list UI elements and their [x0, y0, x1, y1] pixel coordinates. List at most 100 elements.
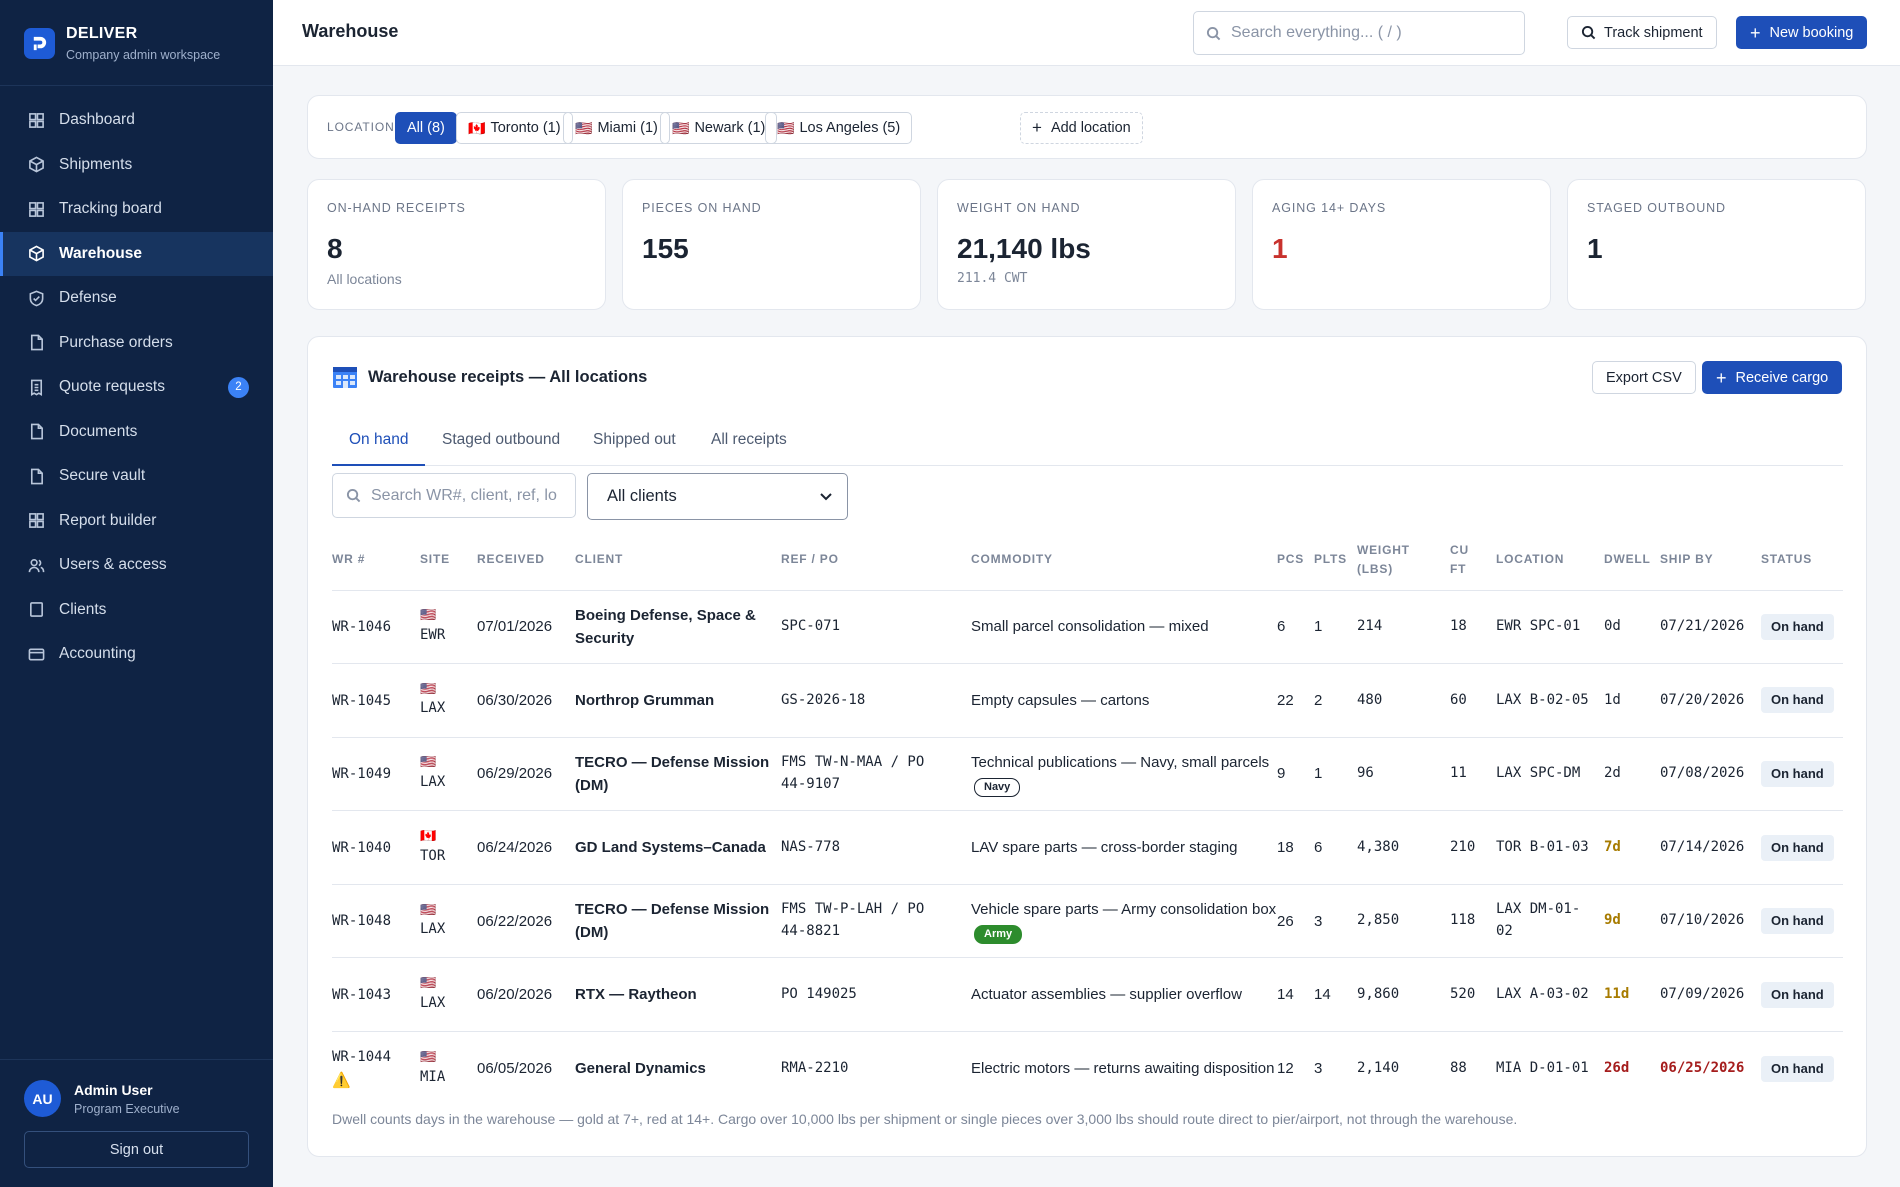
- stat-label: ON-HAND RECEIPTS: [327, 201, 466, 215]
- receipt-search-input[interactable]: Search WR#, client, ref, lo: [332, 473, 576, 518]
- storage-location: LAX SPC-DM: [1496, 737, 1604, 812]
- column-header[interactable]: DWELL: [1604, 530, 1660, 591]
- tab-all-receipts[interactable]: All receipts: [694, 422, 804, 466]
- search-icon: [1206, 26, 1221, 40]
- column-header[interactable]: PCS: [1277, 530, 1314, 591]
- stat-card-staged-outbound: STAGED OUTBOUND 1: [1567, 179, 1866, 310]
- column-header[interactable]: CLIENT: [575, 530, 781, 591]
- client-filter-select[interactable]: All clients: [587, 473, 848, 520]
- wr-number[interactable]: WR-1043: [332, 987, 391, 1003]
- location-chip-all[interactable]: All (8): [395, 112, 457, 144]
- status-badge: On hand: [1761, 1055, 1834, 1082]
- table-row[interactable]: WR-1049 🇺🇸 LAX 06/29/2026 TECRO — Defense…: [332, 737, 1843, 812]
- track-shipment-button[interactable]: Track shipment: [1567, 16, 1717, 49]
- sidebar-item-dashboard[interactable]: Dashboard: [0, 98, 273, 143]
- location-chip-label: Los Angeles (5): [799, 120, 901, 136]
- column-header[interactable]: REF / PO: [781, 530, 971, 591]
- sidebar-item-warehouse[interactable]: Warehouse: [0, 231, 273, 276]
- table-header-row: WR # SITE RECEIVED CLIENT REF / PO COMMODITY P…: [332, 530, 1843, 591]
- client-name: TECRO — Defense Mission (DM): [575, 884, 781, 959]
- sidebar-item-purchase-orders[interactable]: Purchase orders: [0, 321, 273, 366]
- sidebar-item-shipments[interactable]: Shipments: [0, 143, 273, 188]
- wr-number[interactable]: WR-1044: [332, 1049, 391, 1065]
- weight-lbs: 214: [1357, 590, 1450, 665]
- location-chip-miami[interactable]: 🇺🇸 Miami (1): [563, 112, 670, 144]
- tab-staged-outbound[interactable]: Staged outbound: [425, 422, 577, 466]
- location-chip-los-angeles[interactable]: 🇺🇸 Los Angeles (5): [765, 112, 913, 144]
- wr-number[interactable]: WR-1046: [332, 619, 391, 635]
- sidebar-item-secure-vault[interactable]: Secure vault: [0, 454, 273, 499]
- client-name: Northrop Grumman: [575, 663, 781, 738]
- weight-lbs: 2,850: [1357, 884, 1450, 959]
- weight-lbs: 9,860: [1357, 957, 1450, 1033]
- wr-number[interactable]: WR-1045: [332, 693, 391, 709]
- sidebar-item-defense[interactable]: Defense: [0, 276, 273, 321]
- pallets: 3: [1314, 1059, 1323, 1077]
- sidebar-item-label: Defense: [59, 289, 117, 307]
- sidebar-item-users-access[interactable]: Users & access: [0, 543, 273, 588]
- location-chip-newark[interactable]: 🇺🇸 Newark (1): [660, 112, 778, 144]
- flag-icon: 🇺🇸: [420, 680, 437, 696]
- tab-shipped-out[interactable]: Shipped out: [576, 422, 693, 466]
- avatar[interactable]: AU: [24, 1080, 61, 1117]
- table-row[interactable]: WR-1044 ⚠️ 🇺🇸 MIA 06/05/2026 General Dynam…: [332, 1032, 1843, 1106]
- table-row[interactable]: WR-1048 🇺🇸 LAX 06/22/2026 TECRO — Defense…: [332, 884, 1843, 959]
- sidebar-item-accounting[interactable]: Accounting: [0, 632, 273, 677]
- stat-card-aging-14-days: AGING 14+ DAYS 1: [1252, 179, 1551, 310]
- table-row[interactable]: WR-1045 🇺🇸 LAX 06/30/2026 Northrop Grumma…: [332, 663, 1843, 738]
- sidebar-item-tracking-board[interactable]: Tracking board: [0, 187, 273, 232]
- sidebar-item-label: Clients: [59, 600, 107, 618]
- sign-out-button[interactable]: Sign out: [24, 1131, 249, 1168]
- column-header[interactable]: STATUS: [1761, 530, 1843, 591]
- sidebar-item-clients[interactable]: Clients: [0, 588, 273, 633]
- receipt-tabs: On hand Staged outbound Shipped out All …: [332, 422, 1843, 466]
- column-header[interactable]: CU FT: [1450, 530, 1496, 591]
- weight-lbs: 96: [1357, 737, 1450, 812]
- column-header[interactable]: PLTS: [1314, 530, 1357, 591]
- table-row[interactable]: WR-1043 🇺🇸 LAX 06/20/2026 RTX — Raytheon …: [332, 957, 1843, 1033]
- column-header[interactable]: WEIGHT (LBS): [1357, 530, 1450, 591]
- pallets: 1: [1314, 590, 1357, 665]
- column-header[interactable]: RECEIVED: [477, 530, 575, 591]
- sidebar-item-label: Users & access: [59, 556, 167, 574]
- column-header[interactable]: SITE: [420, 530, 477, 591]
- new-booking-button[interactable]: + New booking: [1736, 16, 1868, 49]
- ref-po: FMS TW-P-LAH / PO 44-8821: [781, 884, 971, 959]
- wr-number[interactable]: WR-1049: [332, 766, 391, 782]
- stat-label: AGING 14+ DAYS: [1272, 201, 1387, 215]
- commodity-text: Actuator assemblies — supplier overflow: [971, 986, 1242, 1004]
- location-chip-label: Toronto (1): [490, 120, 561, 136]
- sidebar-item-report-builder[interactable]: Report builder: [0, 499, 273, 544]
- ship-by-date: 07/08/2026: [1660, 737, 1761, 812]
- table-row[interactable]: WR-1046 🇺🇸 EWR 07/01/2026 Boeing Defense,…: [332, 590, 1843, 665]
- status-badge: On hand: [1761, 981, 1834, 1008]
- document-icon: [27, 467, 45, 485]
- receive-cargo-button[interactable]: + Receive cargo: [1702, 361, 1843, 394]
- column-header[interactable]: COMMODITY: [971, 530, 1277, 591]
- received-date: 06/05/2026: [477, 1059, 553, 1077]
- user-role: Program Executive: [74, 1101, 180, 1116]
- sidebar-item-documents[interactable]: Documents: [0, 410, 273, 455]
- export-csv-button[interactable]: Export CSV: [1592, 361, 1696, 394]
- cubic-feet: 60: [1450, 663, 1496, 738]
- sidebar-item-label: Warehouse: [59, 244, 142, 262]
- global-search-input[interactable]: Search everything... ( / ): [1193, 11, 1525, 55]
- column-header[interactable]: LOCATION: [1496, 530, 1604, 591]
- document-icon: [27, 423, 45, 441]
- stat-card-on-hand-receipts: ON-HAND RECEIPTS 8 All locations: [307, 179, 606, 310]
- location-chip-toronto[interactable]: 🇨🇦 Toronto (1): [456, 112, 573, 144]
- add-location-button[interactable]: + Add location: [1020, 112, 1143, 144]
- wr-number[interactable]: WR-1048: [332, 913, 391, 929]
- receipts-title: Warehouse receipts — All locations: [332, 365, 647, 389]
- tab-on-hand[interactable]: On hand: [332, 422, 426, 466]
- plus-icon: +: [1750, 22, 1761, 43]
- stat-label: WEIGHT ON HAND: [957, 201, 1081, 215]
- column-header[interactable]: SHIP BY: [1660, 530, 1761, 591]
- wr-number[interactable]: WR-1040: [332, 840, 391, 856]
- column-header[interactable]: WR #: [332, 530, 420, 591]
- new-booking-label: New booking: [1769, 24, 1854, 41]
- table-row[interactable]: WR-1040 🇨🇦 TOR 06/24/2026 GD Land Systems…: [332, 810, 1843, 885]
- sidebar-item-label: Dashboard: [59, 111, 135, 129]
- sidebar-item-quote-requests[interactable]: Quote requests 2: [0, 365, 273, 410]
- site-code: LAX: [420, 921, 446, 938]
